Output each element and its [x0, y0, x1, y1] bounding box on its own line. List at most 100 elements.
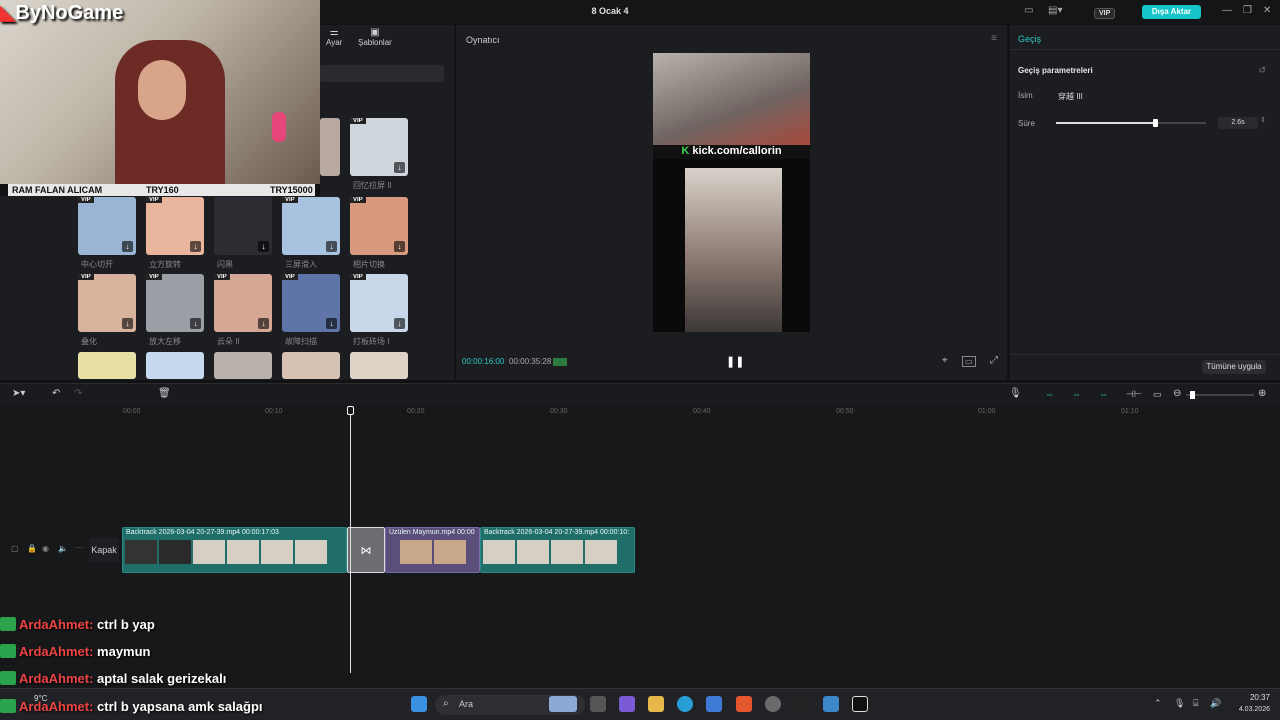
- tick-label: 00:30: [550, 408, 568, 415]
- export-button[interactable]: Dışa Aktar: [1142, 5, 1201, 19]
- transition-thumb[interactable]: VIP ↓: [282, 197, 340, 255]
- duration-slider[interactable]: [1056, 119, 1206, 127]
- zoom-in-icon[interactable]: ⊕: [1258, 388, 1266, 399]
- eye-icon[interactable]: ◉: [42, 544, 49, 553]
- stepper-icon[interactable]: ⇕: [1260, 116, 1266, 124]
- download-icon[interactable]: ↓: [190, 241, 201, 252]
- widgets-icon[interactable]: [549, 696, 577, 712]
- reset-icon[interactable]: ↺: [1258, 65, 1266, 76]
- zoom-out-icon[interactable]: ⊖: [1173, 388, 1181, 399]
- lock-icon[interactable]: 🔒: [27, 544, 37, 553]
- shortcut-icon[interactable]: ▤▾: [1048, 5, 1062, 19]
- tab-transition[interactable]: Geçiş: [1018, 34, 1041, 44]
- redo-icon[interactable]: ↷: [74, 388, 82, 399]
- download-icon[interactable]: ↓: [258, 241, 269, 252]
- download-icon[interactable]: ↓: [394, 162, 405, 173]
- volume-icon[interactable]: 🔊: [1210, 698, 1221, 709]
- task-view-icon[interactable]: [590, 696, 606, 712]
- split-icon[interactable]: ⊣⊢: [1126, 389, 1142, 400]
- search-input[interactable]: [320, 65, 444, 82]
- tab-templates[interactable]: ▣ Şablonlar: [358, 27, 392, 47]
- transition-thumb[interactable]: [350, 352, 408, 379]
- transition-marker[interactable]: ⋈: [347, 527, 385, 573]
- transition-thumb-partial[interactable]: [320, 118, 340, 176]
- capcut-icon[interactable]: [852, 696, 868, 712]
- caption-icon[interactable]: ▭: [1153, 389, 1162, 400]
- mic-tray-icon[interactable]: 🎙: [1174, 698, 1185, 709]
- video-clip[interactable]: Backtrack 2026-03-04 20-27-39.mp4 00:00:…: [122, 527, 347, 573]
- transition-thumb[interactable]: VIP ↓: [350, 197, 408, 255]
- transition-thumb[interactable]: VIP ↓: [146, 197, 204, 255]
- download-icon[interactable]: ↓: [190, 318, 201, 329]
- slider-knob[interactable]: [1153, 119, 1158, 127]
- fullscreen-icon[interactable]: ⤢: [990, 355, 998, 366]
- duration-input[interactable]: 2.6s: [1218, 117, 1258, 129]
- video-clip[interactable]: Üzülen Maymun.mp4 00:00: [385, 527, 480, 573]
- vip-badge[interactable]: VIP: [1094, 6, 1116, 19]
- speaker-icon[interactable]: 🔈: [58, 544, 68, 553]
- transition-thumb[interactable]: VIP ↓: [146, 274, 204, 332]
- clip-frame: [483, 540, 515, 564]
- transition-thumb[interactable]: VIP ↓: [78, 197, 136, 255]
- file-explorer-icon[interactable]: [648, 696, 664, 712]
- search-icon: ⌕: [443, 698, 449, 709]
- magnet-icon[interactable]: ⇔: [1072, 389, 1081, 399]
- clock-time[interactable]: 20:37: [1230, 693, 1270, 702]
- cover-button[interactable]: Kapak: [89, 538, 119, 562]
- maximize-button[interactable]: ❐: [1243, 5, 1252, 19]
- playhead-handle[interactable]: [347, 406, 354, 415]
- transition-thumb[interactable]: ↓: [214, 197, 272, 255]
- apply-all-button[interactable]: Tümüne uygula: [1202, 360, 1266, 374]
- undo-icon[interactable]: ↶: [52, 388, 60, 399]
- discord-icon[interactable]: [765, 696, 781, 712]
- link-icon[interactable]: ⇔: [1045, 389, 1054, 399]
- video-clip[interactable]: Backtrack 2026-03-04 20-27-39.mp4 00:00:…: [480, 527, 635, 573]
- clock-date[interactable]: 4.03.2026: [1222, 706, 1270, 713]
- transition-thumb[interactable]: VIP ↓: [350, 274, 408, 332]
- transition-thumb[interactable]: VIP ↓: [282, 274, 340, 332]
- zoom-slider[interactable]: [1186, 391, 1254, 399]
- clip-frame: [517, 540, 549, 564]
- transition-thumb[interactable]: [146, 352, 204, 379]
- windows-start-icon[interactable]: [411, 696, 427, 712]
- zoom-knob[interactable]: [1190, 391, 1195, 399]
- preview-video[interactable]: K kick.com/callorin: [653, 53, 810, 332]
- microphone-icon[interactable]: 🎙: [1009, 388, 1022, 399]
- track-toggle-icon[interactable]: ▢: [11, 544, 19, 553]
- tab-adjust[interactable]: ⚌ Ayar: [326, 27, 342, 47]
- tray-chevron-icon[interactable]: ⌃: [1154, 698, 1162, 709]
- transition-thumb[interactable]: VIP ↓: [350, 118, 408, 176]
- time-ruler[interactable]: 00:00 00:10 00:20 00:30 00:40 00:50 01:0…: [120, 405, 1280, 421]
- select-tool-icon[interactable]: ➤▾: [12, 388, 25, 399]
- transition-thumb[interactable]: [282, 352, 340, 379]
- store-icon[interactable]: [706, 696, 722, 712]
- download-icon[interactable]: ↓: [122, 241, 133, 252]
- delete-icon[interactable]: 🗑: [158, 388, 171, 399]
- transition-thumb[interactable]: VIP ↓: [78, 274, 136, 332]
- more-icon[interactable]: ···: [75, 543, 83, 552]
- download-icon[interactable]: ↓: [326, 241, 337, 252]
- download-icon[interactable]: ↓: [122, 318, 133, 329]
- ratio-icon[interactable]: ▭: [962, 356, 976, 367]
- brave-icon[interactable]: [736, 696, 752, 712]
- layout-icon[interactable]: ▭: [1024, 5, 1033, 19]
- playhead[interactable]: [347, 406, 354, 673]
- minimize-button[interactable]: —: [1222, 5, 1232, 19]
- capcut-red-icon[interactable]: [794, 696, 810, 712]
- download-icon[interactable]: ↓: [394, 241, 405, 252]
- snap-icon[interactable]: ⇔: [1099, 389, 1108, 399]
- download-icon[interactable]: ↓: [326, 318, 337, 329]
- transition-thumb[interactable]: [78, 352, 136, 379]
- close-button[interactable]: ✕: [1263, 5, 1271, 19]
- fit-icon[interactable]: ⌖: [942, 355, 948, 366]
- download-icon[interactable]: ↓: [394, 318, 405, 329]
- transition-thumb[interactable]: [214, 352, 272, 379]
- network-icon[interactable]: ⌸: [1193, 698, 1198, 709]
- transition-thumb[interactable]: VIP ↓: [214, 274, 272, 332]
- edge-icon[interactable]: [677, 696, 693, 712]
- pause-icon[interactable]: ❚❚: [726, 355, 744, 368]
- menu-icon[interactable]: ≡: [991, 33, 997, 44]
- steam-icon[interactable]: [823, 696, 839, 712]
- download-icon[interactable]: ↓: [258, 318, 269, 329]
- copilot-icon[interactable]: [619, 696, 635, 712]
